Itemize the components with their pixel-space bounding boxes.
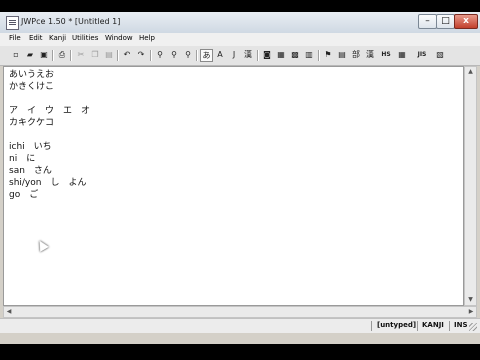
close-button[interactable]: x xyxy=(454,14,478,29)
document-line: ア イ ウ エ オ xyxy=(9,106,91,116)
kanji-info-button[interactable]: 漢 xyxy=(364,49,376,61)
paste-icon[interactable]: ▤ xyxy=(103,49,115,61)
kanji-dictionary-icon[interactable]: ◙ xyxy=(261,49,273,61)
document-line: shi/yon し よん xyxy=(9,178,87,188)
search-kanji-icon[interactable]: ⚲ xyxy=(168,49,180,61)
scroll-up-icon[interactable]: ▲ xyxy=(465,67,476,77)
picture-icon[interactable]: ▩ xyxy=(289,49,301,61)
status-mode: [untyped] xyxy=(377,321,417,329)
status-bar: [untyped] KANJI INS xyxy=(0,318,480,333)
config-icon[interactable]: ▧ xyxy=(434,49,446,61)
menu-help[interactable]: Help xyxy=(139,34,155,42)
dictionary-icon[interactable]: ▤ xyxy=(336,49,348,61)
status-insert-mode: INS xyxy=(454,321,468,329)
toolbar-separator xyxy=(196,50,198,61)
new-file-icon[interactable]: ▫ xyxy=(10,49,22,61)
undo-icon[interactable]: ↶ xyxy=(121,49,133,61)
status-separator xyxy=(449,321,450,331)
scroll-down-icon[interactable]: ▼ xyxy=(465,295,476,305)
menu-utilities[interactable]: Utilities xyxy=(72,34,98,42)
app-icon[interactable] xyxy=(6,16,19,30)
document-line: かきくけこ xyxy=(9,82,55,92)
bookmark-icon[interactable]: ⚑ xyxy=(322,49,334,61)
menu-window[interactable]: Window xyxy=(105,34,133,42)
title-bar[interactable]: JWPce 1.50 * [Untitled 1] – □ x xyxy=(0,12,480,34)
menu-kanji[interactable]: Kanji xyxy=(49,34,66,42)
print-icon[interactable]: ⎙ xyxy=(56,49,68,61)
open-folder-icon[interactable]: ▰ xyxy=(24,49,36,61)
document-line: go ご xyxy=(9,190,39,200)
redo-icon[interactable]: ↷ xyxy=(135,49,147,61)
toolbar-separator xyxy=(70,50,72,61)
table-icon[interactable]: ▦ xyxy=(275,49,287,61)
toolbar-separator xyxy=(150,50,152,61)
document-line: ichi いち xyxy=(9,142,52,152)
menu-edit[interactable]: Edit xyxy=(29,34,43,42)
toolbar-separator xyxy=(318,50,320,61)
radical-lookup-button[interactable]: 部 xyxy=(350,49,362,61)
hiragana-mode-button[interactable]: あ xyxy=(200,49,213,62)
ascii-mode-button[interactable]: A xyxy=(214,49,226,61)
document-line: ni に xyxy=(9,154,36,164)
toolbar-separator xyxy=(117,50,119,61)
hs-lookup-button[interactable]: HS xyxy=(378,49,394,61)
resize-grip-icon[interactable] xyxy=(469,323,477,331)
minimize-button[interactable]: – xyxy=(418,14,437,29)
document-line: san さん xyxy=(9,166,52,176)
save-icon[interactable]: ▣ xyxy=(38,49,50,61)
jis-table-button[interactable]: JIS xyxy=(414,49,430,61)
search-icon[interactable]: ⚲ xyxy=(154,49,166,61)
text-editor[interactable]: あいうえお かきくけこ ア イ ウ エ オ カキクケコ ichi いち ni に… xyxy=(3,66,464,306)
copy-icon[interactable]: ❐ xyxy=(89,49,101,61)
kanji-list-icon[interactable]: ▥ xyxy=(303,49,315,61)
vertical-scrollbar[interactable]: ▲ ▼ xyxy=(464,66,477,306)
toolbar: ▫ ▰ ▣ ⎙ ✂ ❐ ▤ ↶ ↷ ⚲ ⚲ ⚲ あ A J 漢 ◙ ▦ ▩ ▥ … xyxy=(0,46,480,66)
horizontal-scrollbar[interactable]: ◀ ▶ xyxy=(3,306,477,318)
window-title: JWPce 1.50 * [Untitled 1] xyxy=(21,17,121,26)
scroll-right-icon[interactable]: ▶ xyxy=(466,307,476,317)
jis-mode-button[interactable]: J xyxy=(228,49,240,61)
menu-bar: File Edit Kanji Utilities Window Help xyxy=(0,33,480,46)
document-line: あいうえお xyxy=(9,70,55,80)
status-separator xyxy=(417,321,418,331)
menu-file[interactable]: File xyxy=(9,34,21,42)
status-input-mode: KANJI xyxy=(422,321,444,329)
toolbar-separator xyxy=(52,50,54,61)
cut-icon[interactable]: ✂ xyxy=(75,49,87,61)
grid-icon[interactable]: ▦ xyxy=(396,49,408,61)
kanji-lookup-button[interactable]: 漢 xyxy=(242,49,254,61)
app-window: JWPce 1.50 * [Untitled 1] – □ x File Edi… xyxy=(0,12,480,344)
toolbar-separator xyxy=(257,50,259,61)
status-separator xyxy=(371,321,372,331)
document-line: カキクケコ xyxy=(9,118,55,128)
maximize-button[interactable]: □ xyxy=(436,14,455,29)
scroll-left-icon[interactable]: ◀ xyxy=(4,307,14,317)
replace-icon[interactable]: ⚲ xyxy=(182,49,194,61)
